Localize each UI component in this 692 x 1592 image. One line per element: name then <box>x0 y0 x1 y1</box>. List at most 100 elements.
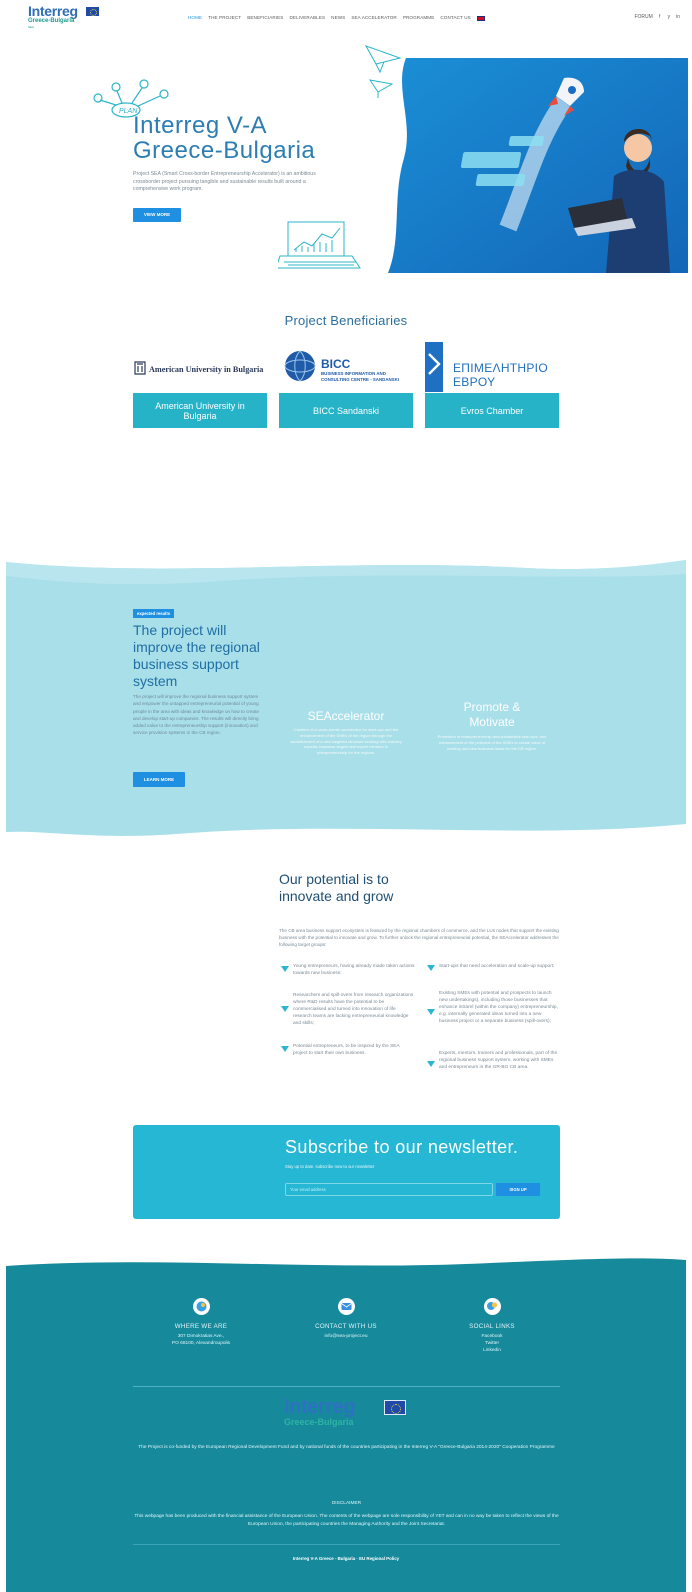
beneficiary-card-evros[interactable]: ΕΠΙΜΕΛΗΤΗΡΙΟ ΕΒΡΟΥ Evros Chamber <box>425 342 559 428</box>
footer-contact-head: CONTACT WITH US <box>315 1323 377 1330</box>
evros-logo-text: ΕΠΙΜΕΛΗΤΗΡΙΟ <box>453 361 548 375</box>
footer-twitter-link[interactable]: Twitter <box>432 1340 552 1347</box>
footer-disclaimer-head: DISCLAIMER <box>331 1501 362 1506</box>
beneficiary-label: BICC Sandanski <box>279 393 413 428</box>
target-group-item: Existing SMEs with potential and prospec… <box>427 990 561 1025</box>
footer-interreg-logo: Interreg Greece-Bulgaria <box>284 1397 414 1437</box>
feature-promote-desc: Promotion of entrepreneurship and sustai… <box>437 734 547 751</box>
aubg-shield-icon: American University in Bulgaria <box>134 361 263 375</box>
expected-results-description: The project will improve the regional bu… <box>133 694 259 736</box>
footer-social-head: SOCIAL LINKS <box>469 1323 515 1330</box>
interreg-logo[interactable]: Interreg Greece-Bulgaria SEA <box>28 4 102 33</box>
view-more-button[interactable]: VIEW MORE <box>133 208 181 222</box>
newsletter-box: Subscribe to our newsletter. Stay up to … <box>133 1125 560 1219</box>
beneficiary-card-bicc[interactable]: BICC BUSINESS INFORMATION AND CONSULTING… <box>279 342 413 428</box>
target-group-item: Start-ups that need acceleration and sca… <box>427 963 561 971</box>
footer-bottom-divider <box>133 1544 560 1545</box>
target-group-text: Experts, mentors, trainers and professio… <box>439 1051 558 1070</box>
feature-seaccelerator-desc: Creation of a cross-border accelerator f… <box>290 727 402 756</box>
target-group-text: Existing SMEs with potential and prospec… <box>439 991 558 1024</box>
footer-social: SOCIAL LINKS Facebook Twitter Linkedin <box>432 1298 552 1354</box>
nav-home[interactable]: HOME <box>188 15 202 21</box>
beneficiaries-title: Project Beneficiaries <box>284 313 408 328</box>
target-group-text: Potential entrepreneurs, to be inspired … <box>293 1044 400 1056</box>
target-group-text: Researchers and spill-overs from researc… <box>293 993 414 1026</box>
uk-flag-icon[interactable] <box>476 16 485 21</box>
triangle-bullet-icon <box>281 966 289 972</box>
footer-copyright: Interreg V-A Greece - Bulgaria · EU Regi… <box>292 1556 400 1561</box>
target-group-text: Start-ups that need acceleration and sca… <box>439 964 555 969</box>
mail-icon <box>337 1298 355 1315</box>
target-group-item: Potential entrepreneurs, to be inspired … <box>281 1043 415 1057</box>
hero-title: Interreg V-A Greece-Bulgaria <box>133 113 315 163</box>
footer-contact: CONTACT WITH US info@sea-project.eu <box>286 1298 406 1340</box>
expected-results-title: The project will improve the regional bu… <box>133 622 260 689</box>
map-pin-icon <box>192 1298 210 1315</box>
beneficiary-label: Evros Chamber <box>425 393 559 428</box>
footer-linkedin-link[interactable]: Linkedin <box>432 1347 552 1354</box>
bicc-globe-icon: BICC <box>284 350 351 382</box>
chat-bubbles-icon <box>483 1298 501 1315</box>
nav-beneficiaries[interactable]: BENEFICIARIES <box>247 15 283 21</box>
logo-sub: Greece-Bulgaria <box>28 18 75 24</box>
triangle-bullet-icon <box>427 1009 435 1015</box>
expected-results-wave-bg <box>6 560 686 836</box>
footer-disclaimer-text: This webpage has been produced with the … <box>134 1514 559 1527</box>
potential-title: Our potential is to innovate and grow <box>279 871 394 904</box>
beneficiary-card-aubg[interactable]: American University in Bulgaria American… <box>133 342 267 428</box>
footer-address-line1: 307 Dimokratias Ave., <box>177 1334 225 1339</box>
aubg-logo-text: American University in Bulgaria <box>149 365 263 374</box>
triangle-bullet-icon <box>281 1006 289 1012</box>
nav-deliverables[interactable]: DELIVERABLES <box>289 15 325 21</box>
nav-programme[interactable]: PROGRAMME <box>403 15 435 21</box>
footer-where-we-are: WHERE WE ARE 307 Dimokratias Ave., PO 68… <box>141 1298 261 1347</box>
footer-address-line2: PO 68100, Alexandroupolis <box>171 1341 231 1346</box>
expected-results-badge: expected results <box>133 609 175 618</box>
target-group-text: Young entrepreneurs, having already made… <box>293 964 415 976</box>
feature-seaccelerator-title: SEAccelerator <box>307 709 385 723</box>
header-right: FORUM f y in <box>634 14 680 20</box>
triangle-bullet-icon <box>427 965 435 971</box>
bicc-logo: BICC BUSINESS INFORMATION AND CONSULTING… <box>279 342 413 392</box>
sign-up-button[interactable]: SIGN UP <box>496 1183 540 1196</box>
forum-link[interactable]: FORUM <box>634 14 652 20</box>
evros-logo: ΕΠΙΜΕΛΗΤΗΡΙΟ ΕΒΡΟΥ <box>425 342 559 392</box>
footer-facebook-link[interactable]: Facebook <box>432 1333 552 1340</box>
nav-sea-accelerator[interactable]: SEA ACCELERATOR <box>351 15 397 21</box>
potential-description: The CB area business support ecosystem i… <box>279 928 559 947</box>
facebook-icon[interactable]: f <box>659 14 660 20</box>
eu-flag-icon <box>384 1400 406 1415</box>
target-group-item: Researchers and spill-overs from researc… <box>281 992 415 1027</box>
target-group-item: Young entrepreneurs, having already made… <box>281 963 415 977</box>
newsletter-subtitle: Stay up to date. subscribe now to our ne… <box>285 1164 375 1169</box>
newsletter-title: Subscribe to our newsletter. <box>285 1137 519 1157</box>
footer-email-link[interactable]: info@sea-project.eu <box>286 1333 406 1340</box>
linkedin-icon[interactable]: in <box>676 14 680 20</box>
site-header: Interreg Greece-Bulgaria SEA HOME THE PR… <box>0 0 692 34</box>
nav-news[interactable]: NEWS <box>331 15 345 21</box>
nav-the-project[interactable]: THE PROJECT <box>208 15 241 21</box>
twitter-icon[interactable]: y <box>666 14 671 20</box>
bicc-logo-text: BICC <box>321 357 351 371</box>
hero-title-line1: Interreg V-A <box>133 112 268 139</box>
nav-contact-us[interactable]: CONTACT US <box>440 15 470 21</box>
bicc-logo-sub: BUSINESS INFORMATION AND CONSULTING CENT… <box>321 371 399 382</box>
feature-promote-title: Promote & Motivate <box>463 700 521 729</box>
triangle-bullet-icon <box>281 1046 289 1052</box>
footer-logo-sub: Greece-Bulgaria <box>284 1417 354 1427</box>
aubg-logo: American University in Bulgaria <box>133 342 267 392</box>
eu-flag-icon <box>86 7 99 16</box>
footer-divider <box>133 1386 560 1387</box>
beneficiary-label: American University in Bulgaria <box>133 393 267 428</box>
newsletter-email-input[interactable] <box>285 1183 493 1196</box>
hero-description: Project SEA (Smart Cross-border Entrepre… <box>133 171 316 192</box>
learn-more-button[interactable]: LEARN MORE <box>133 772 185 787</box>
target-group-item: Experts, mentors, trainers and professio… <box>427 1050 561 1071</box>
laptop-chart-icon <box>278 221 361 269</box>
triangle-bullet-icon <box>427 1061 435 1067</box>
logo-tag: SEA <box>28 25 35 29</box>
main-nav: HOME THE PROJECT BENEFICIARIES DELIVERAB… <box>188 15 485 21</box>
evros-logo-sub: ΕΒΡΟΥ <box>453 375 496 389</box>
footer-funding-text: The Project is co-funded by the European… <box>138 1445 555 1450</box>
footer-where-head: WHERE WE ARE <box>174 1323 228 1330</box>
